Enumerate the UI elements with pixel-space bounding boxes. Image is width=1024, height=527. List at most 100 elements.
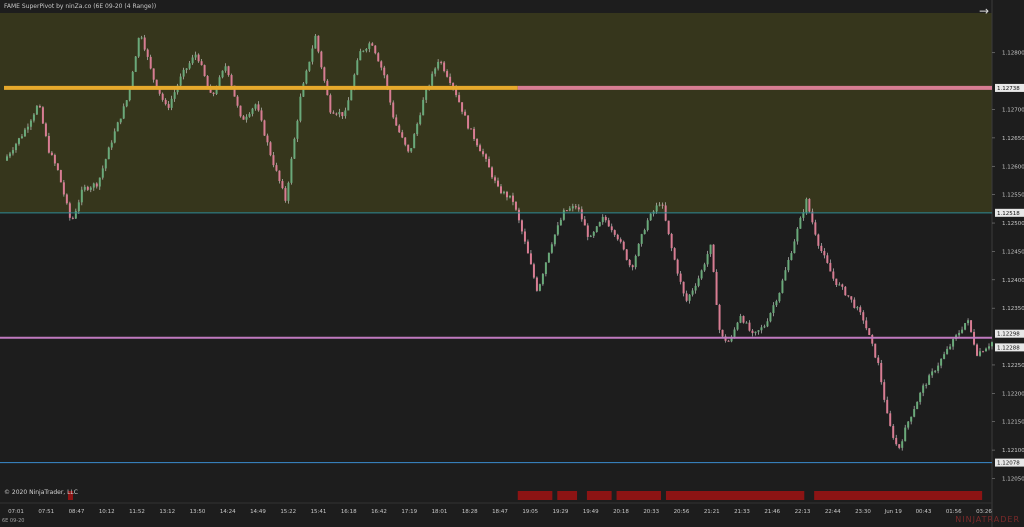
candle-body (562, 210, 565, 220)
candle-body (544, 262, 547, 274)
candle-body (350, 89, 353, 101)
candle-body (799, 217, 802, 229)
candle-body (296, 120, 299, 139)
candle-body (344, 110, 347, 117)
candle-body (766, 321, 769, 327)
candle-body (413, 134, 416, 149)
candle-body (26, 126, 29, 130)
x-tick-label: 19:49 (583, 509, 599, 515)
x-tick-label: 22:13 (795, 509, 811, 515)
x-tick-label: 18:01 (432, 509, 448, 515)
level-badge-label: 1.12078 (997, 461, 1020, 467)
candle-body (763, 326, 766, 328)
candle-body (260, 110, 263, 121)
candle-body (949, 346, 952, 349)
candle-body (739, 316, 742, 323)
candle-body (194, 54, 197, 58)
candle-body (643, 230, 646, 235)
candle-body (368, 43, 371, 49)
candle-body (110, 142, 113, 148)
arrow-right-icon[interactable]: → (979, 4, 989, 18)
candle-body (685, 293, 688, 301)
candle-body (347, 100, 350, 111)
signal-bar (517, 491, 553, 500)
candle-body (871, 334, 874, 344)
candle-body (580, 209, 583, 220)
candle-body (568, 208, 571, 211)
candle-body (757, 330, 760, 332)
candle-body (613, 230, 616, 235)
candle-body (601, 216, 604, 223)
candle-body (275, 165, 278, 171)
candle-body (272, 155, 275, 166)
candle-body (514, 201, 517, 210)
candle-body (101, 168, 104, 178)
signal-bar (557, 491, 578, 500)
candle-body (185, 68, 188, 70)
candle-body (796, 228, 799, 242)
candle-body (269, 142, 272, 156)
candle-body (179, 76, 182, 86)
candle-body (152, 68, 155, 80)
candle-body (491, 167, 494, 178)
candle-body (494, 177, 497, 181)
candle-body (161, 93, 164, 100)
x-tick-label: 15:22 (280, 509, 296, 515)
candle-body (302, 83, 305, 97)
candle-body (556, 225, 559, 235)
y-tick-label: 1.12700 (1002, 108, 1024, 114)
candle-body (95, 183, 98, 187)
candle-body (985, 348, 988, 352)
candle-body (793, 241, 796, 254)
x-tick-label: 21:46 (764, 509, 780, 515)
candle-body (928, 375, 931, 385)
signal-bar (616, 491, 662, 500)
candle-body (988, 346, 991, 349)
candle-body (550, 244, 553, 253)
candle-body (754, 331, 757, 334)
candle-body (991, 342, 993, 347)
x-tick-label: 07:01 (8, 509, 24, 515)
candle-body (98, 177, 101, 187)
x-tick-label: 07:51 (38, 509, 54, 515)
candle-body (254, 104, 257, 109)
candle-body (167, 104, 170, 108)
x-tick-label: 16:42 (371, 509, 387, 515)
x-tick-label: 16:18 (341, 509, 357, 515)
candle-body (502, 191, 505, 194)
candle-body (640, 234, 643, 244)
x-tick-label: 23:30 (855, 509, 871, 515)
candle-body (883, 382, 886, 400)
x-tick-label: 10:12 (99, 509, 115, 515)
candle-body (835, 278, 838, 285)
candle-body (86, 186, 89, 190)
candle-body (104, 159, 107, 169)
candle-body (239, 105, 242, 117)
candle-body (131, 71, 134, 87)
candle-body (925, 384, 928, 386)
level-badge-label: 1.12518 (997, 211, 1020, 217)
candle-body (868, 328, 871, 335)
candle-body (206, 76, 209, 87)
candle-body (712, 244, 715, 272)
candle-body (862, 312, 865, 321)
candle-body (817, 234, 820, 246)
copyright-label: © 2020 NinjaTrader, LLC (4, 489, 78, 496)
level-badge-label: 1.12298 (997, 332, 1020, 338)
candle-body (35, 106, 38, 115)
candle-body (598, 222, 601, 227)
candle-body (721, 329, 724, 337)
candle-body (59, 170, 62, 183)
candle-body (323, 67, 326, 81)
x-tick-label: 18:47 (492, 509, 508, 515)
candle-body (874, 343, 877, 358)
x-tick-label: 14:49 (250, 509, 266, 515)
candle-body (547, 252, 550, 263)
candle-body (574, 206, 577, 208)
candle-body (134, 56, 137, 72)
candle-body (646, 220, 649, 231)
x-tick-label: 08:47 (69, 509, 85, 515)
candle-body (299, 96, 302, 121)
x-tick-label: 21:21 (704, 509, 720, 515)
candle-body (559, 219, 562, 226)
